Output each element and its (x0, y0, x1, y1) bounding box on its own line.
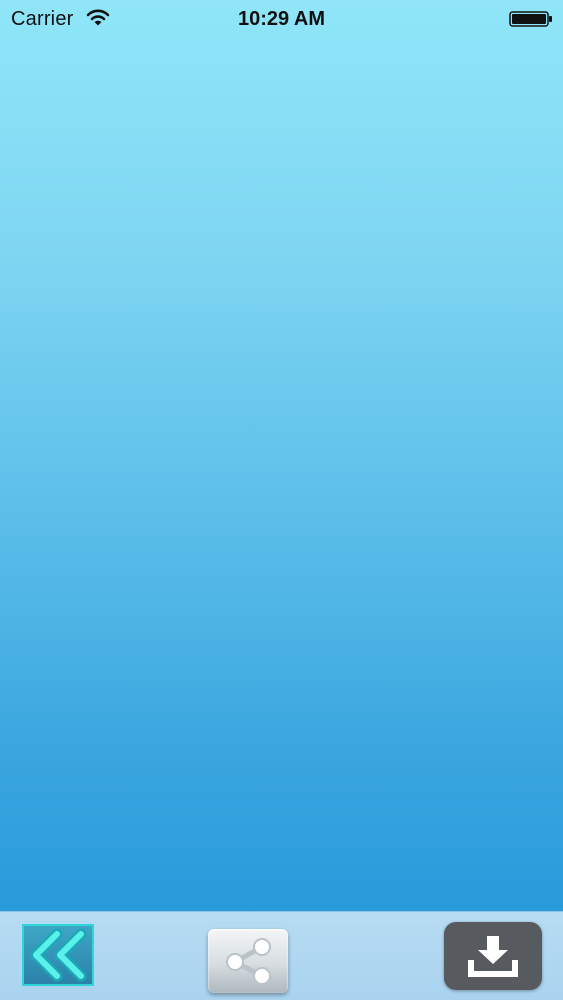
share-button[interactable] (208, 929, 288, 993)
screen: Carrier 10:29 AM (0, 0, 563, 1000)
status-time: 10:29 AM (237, 8, 326, 30)
battery-icon (509, 11, 553, 27)
back-button[interactable] (22, 924, 94, 986)
status-bar: Carrier 10:29 AM (0, 0, 563, 40)
bottom-toolbar (0, 911, 563, 1000)
download-button[interactable] (444, 922, 542, 990)
